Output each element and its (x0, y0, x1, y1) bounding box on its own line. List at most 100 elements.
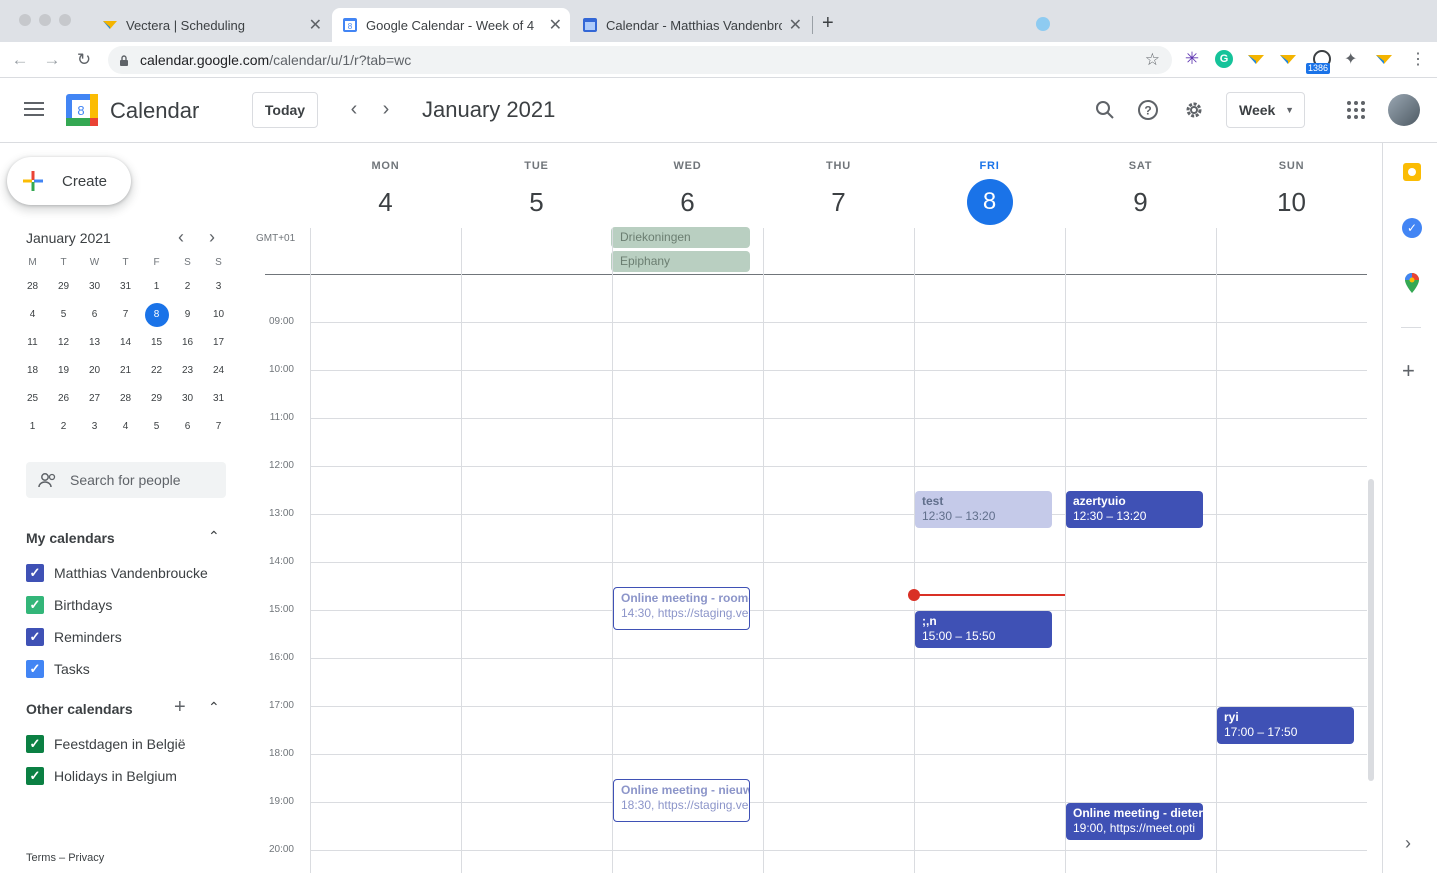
day-number[interactable]: 9 (1118, 179, 1164, 225)
extensions-puzzle-icon[interactable]: ✦ (1344, 49, 1357, 69)
next-week-icon[interactable]: › (376, 98, 396, 120)
forward-icon[interactable]: → (42, 50, 62, 70)
mini-prev-month-icon[interactable]: ‹ (178, 227, 184, 248)
mini-day-cell[interactable]: 28 (17, 273, 48, 301)
mini-day-cell[interactable]: 12 (48, 329, 79, 357)
mini-day-cell[interactable]: 2 (48, 413, 79, 441)
vectera-extension-icon-2[interactable] (1279, 50, 1297, 68)
main-menu-icon[interactable] (24, 101, 44, 117)
mini-day-cell[interactable]: 14 (110, 329, 141, 357)
mini-day-cell[interactable]: 22 (141, 357, 172, 385)
day-number[interactable]: 5 (514, 179, 560, 225)
create-button[interactable]: Create (7, 157, 131, 205)
keep-icon[interactable] (1403, 163, 1421, 181)
calendar-event[interactable]: Online meeting - nieuwe 18:30, https://st… (613, 779, 750, 823)
vectera-extension-icon-3[interactable] (1375, 50, 1393, 68)
day-header[interactable]: SAT 9 (1065, 143, 1216, 228)
mini-day-cell[interactable]: 13 (79, 329, 110, 357)
today-button[interactable]: Today (252, 92, 318, 128)
mini-day-cell[interactable]: 5 (48, 301, 79, 329)
day-header[interactable]: TUE 5 (461, 143, 612, 228)
checkbox-icon[interactable]: ✓ (26, 596, 44, 614)
calendar-item[interactable]: ✓ Feestdagen in België (26, 728, 186, 760)
calendar-event[interactable]: Online meeting - room-t 14:30, https://st… (613, 587, 750, 631)
mini-day-cell[interactable]: 27 (79, 385, 110, 413)
mini-day-cell[interactable]: 23 (172, 357, 203, 385)
mini-day-cell[interactable]: 26 (48, 385, 79, 413)
calendar-event[interactable]: azertyuio 12:30 – 13:20 (1066, 491, 1203, 528)
privacy-link[interactable]: Privacy (68, 852, 104, 864)
calendar-event[interactable]: test 12:30 – 13:20 (915, 491, 1052, 528)
day-header[interactable]: SUN 10 (1216, 143, 1367, 228)
mini-day-cell[interactable]: 15 (141, 329, 172, 357)
browser-tab-google-calendar[interactable]: 8 Google Calendar - Week of 4 J ✕ (332, 8, 570, 42)
calendar-event[interactable]: ryi 17:00 – 17:50 (1217, 707, 1354, 744)
mini-day-cell[interactable]: 1 (141, 273, 172, 301)
all-day-event-driekoningen[interactable]: Driekoningen (611, 227, 750, 248)
day-header[interactable]: MON 4 (310, 143, 461, 228)
google-calendar-logo-icon[interactable]: 8 (66, 94, 98, 126)
mini-day-cell[interactable]: 24 (203, 357, 234, 385)
calendar-event[interactable]: ;,n 15:00 – 15:50 (915, 611, 1052, 648)
mini-day-cell[interactable]: 2 (172, 273, 203, 301)
reload-icon[interactable]: ↻ (74, 50, 94, 70)
add-other-calendar-icon[interactable]: + (174, 696, 186, 719)
mini-day-cell[interactable]: 21 (110, 357, 141, 385)
mini-day-cell[interactable]: 18 (17, 357, 48, 385)
mini-day-cell[interactable]: 30 (79, 273, 110, 301)
checkbox-icon[interactable]: ✓ (26, 564, 44, 582)
close-tab-icon[interactable]: ✕ (549, 15, 562, 35)
mini-day-cell[interactable]: 25 (17, 385, 48, 413)
mini-day-cell[interactable]: 4 (110, 413, 141, 441)
mini-day-cell[interactable]: 28 (110, 385, 141, 413)
day-number[interactable]: 6 (665, 179, 711, 225)
mini-day-cell[interactable]: 3 (203, 273, 234, 301)
terms-link[interactable]: Terms (26, 852, 56, 864)
back-icon[interactable]: ← (10, 50, 30, 70)
browser-tab-vectera[interactable]: Vectera | Scheduling ✕ (92, 8, 330, 42)
collapse-my-calendars-icon[interactable]: ⌃ (208, 528, 220, 545)
expand-panel-icon[interactable]: › (1405, 833, 1411, 854)
mini-day-cell[interactable]: 5 (141, 413, 172, 441)
mini-day-cell[interactable]: 16 (172, 329, 203, 357)
day-header[interactable]: WED 6 (612, 143, 763, 228)
mini-day-cell[interactable]: 19 (48, 357, 79, 385)
calendar-item[interactable]: ✓ Birthdays (26, 589, 112, 621)
address-bar[interactable]: calendar.google.com/calendar/u/1/r?tab=w… (108, 46, 1172, 74)
apps-grid-icon[interactable] (1347, 101, 1365, 119)
day-header[interactable]: FRI 8 (914, 143, 1065, 228)
checkbox-icon[interactable]: ✓ (26, 767, 44, 785)
mini-next-month-icon[interactable]: › (209, 227, 215, 248)
help-icon[interactable]: ? (1137, 99, 1159, 121)
mini-day-cell[interactable]: 30 (172, 385, 203, 413)
grammarly-icon[interactable]: G (1215, 50, 1233, 68)
vectera-extension-icon[interactable] (1247, 50, 1265, 68)
previous-week-icon[interactable]: ‹ (344, 98, 364, 120)
mini-day-cell[interactable]: 9 (172, 301, 203, 329)
checkbox-icon[interactable]: ✓ (26, 660, 44, 678)
calendar-item[interactable]: ✓ Reminders (26, 621, 122, 653)
close-tab-icon[interactable]: ✕ (789, 15, 802, 35)
mini-day-cell[interactable]: 8 (141, 301, 172, 329)
browser-tab-calendar-matthias[interactable]: Calendar - Matthias Vandenbrc ✕ (572, 8, 810, 42)
mini-day-cell[interactable]: 6 (79, 301, 110, 329)
mini-day-cell[interactable]: 31 (110, 273, 141, 301)
search-icon[interactable] (1095, 100, 1115, 120)
window-maximize-button[interactable] (59, 14, 71, 26)
calendar-event[interactable]: Online meeting - dieter 19:00, https://me… (1066, 803, 1203, 840)
close-tab-icon[interactable]: ✕ (309, 15, 322, 35)
mini-day-cell[interactable]: 6 (172, 413, 203, 441)
checkbox-icon[interactable]: ✓ (26, 628, 44, 646)
maps-icon[interactable] (1404, 273, 1420, 293)
window-minimize-button[interactable] (39, 14, 51, 26)
window-close-button[interactable] (19, 14, 31, 26)
mini-day-cell[interactable]: 29 (48, 273, 79, 301)
mini-day-cell[interactable]: 11 (17, 329, 48, 357)
mini-day-cell[interactable]: 31 (203, 385, 234, 413)
mini-day-cell[interactable]: 3 (79, 413, 110, 441)
calendar-item[interactable]: ✓ Holidays in Belgium (26, 760, 177, 792)
mini-today[interactable]: 8 (144, 303, 169, 327)
scrollbar-thumb[interactable] (1368, 479, 1374, 781)
tasks-icon[interactable]: ✓ (1402, 218, 1422, 238)
browser-menu-icon[interactable]: ⋮ (1410, 49, 1426, 69)
